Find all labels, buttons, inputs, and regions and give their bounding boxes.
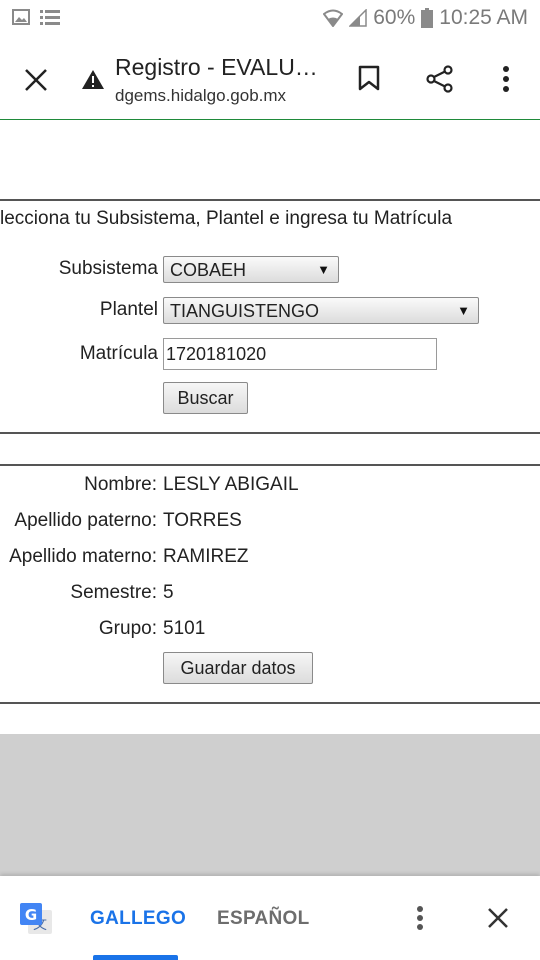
nombre-value: LESLY ABIGAIL <box>163 474 299 495</box>
matricula-label: Matrícula <box>79 343 158 364</box>
subsistema-select[interactable]: COBAEH ▼ <box>163 256 339 283</box>
more-options-icon[interactable] <box>502 65 510 93</box>
divider <box>0 702 540 704</box>
status-bar: 60% 10:25 AM <box>0 0 540 38</box>
grupo-value: 5101 <box>163 618 206 639</box>
semestre-label: Semestre: <box>70 582 157 603</box>
subsistema-label: Subsistema <box>58 258 158 279</box>
divider <box>0 199 540 201</box>
matricula-input[interactable]: 1720181020 <box>163 338 437 370</box>
more-options-icon[interactable] <box>416 905 424 931</box>
google-translate-icon[interactable]: 文 G <box>19 902 53 936</box>
signal-icon <box>349 9 367 27</box>
grupo-label: Grupo: <box>98 618 157 639</box>
divider <box>0 432 540 434</box>
page-background-area <box>0 734 540 876</box>
apellido-paterno-label: Apellido paterno: <box>14 510 157 531</box>
svg-text:G: G <box>25 906 37 924</box>
subsistema-selected-value: COBAEH <box>170 260 247 280</box>
plantel-selected-value: TIANGUISTENGO <box>170 301 320 321</box>
apellido-paterno-value: TORRES <box>163 510 242 531</box>
image-notification-icon <box>12 9 30 25</box>
target-language-tab[interactable]: ESPAÑOL <box>217 908 310 930</box>
share-icon[interactable] <box>426 65 454 93</box>
buscar-button[interactable]: Buscar <box>163 382 248 414</box>
dropdown-arrow-icon: ▼ <box>457 303 470 318</box>
divider <box>0 464 540 466</box>
warning-icon[interactable] <box>81 69 105 90</box>
clock: 10:25 AM <box>439 6 528 29</box>
dropdown-arrow-icon: ▼ <box>317 262 330 277</box>
form-instruction: lecciona tu Subsistema, Plantel e ingres… <box>0 208 453 229</box>
page-title[interactable]: Registro - EVALU… <box>115 54 318 81</box>
bookmark-icon[interactable] <box>358 65 380 91</box>
apellido-materno-value: RAMIREZ <box>163 546 249 567</box>
source-language-tab[interactable]: GALLEGO <box>90 908 186 930</box>
list-notification-icon <box>40 10 60 25</box>
plantel-label: Plantel <box>99 299 158 320</box>
browser-toolbar: Registro - EVALU… dgems.hidalgo.gob.mx <box>0 38 540 120</box>
wifi-icon <box>323 9 344 27</box>
semestre-value: 5 <box>163 582 174 603</box>
close-translate-icon[interactable] <box>487 907 509 929</box>
battery-icon <box>421 8 434 28</box>
active-tab-indicator <box>93 955 178 960</box>
plantel-select[interactable]: TIANGUISTENGO ▼ <box>163 297 479 324</box>
battery-percent: 60% <box>373 6 416 29</box>
page-url[interactable]: dgems.hidalgo.gob.mx <box>115 86 286 106</box>
guardar-datos-button[interactable]: Guardar datos <box>163 652 313 684</box>
translate-bar: 文 G GALLEGO ESPAÑOL <box>0 876 540 960</box>
nombre-label: Nombre: <box>84 474 157 495</box>
close-icon[interactable] <box>24 68 48 92</box>
apellido-materno-label: Apellido materno: <box>9 546 157 567</box>
